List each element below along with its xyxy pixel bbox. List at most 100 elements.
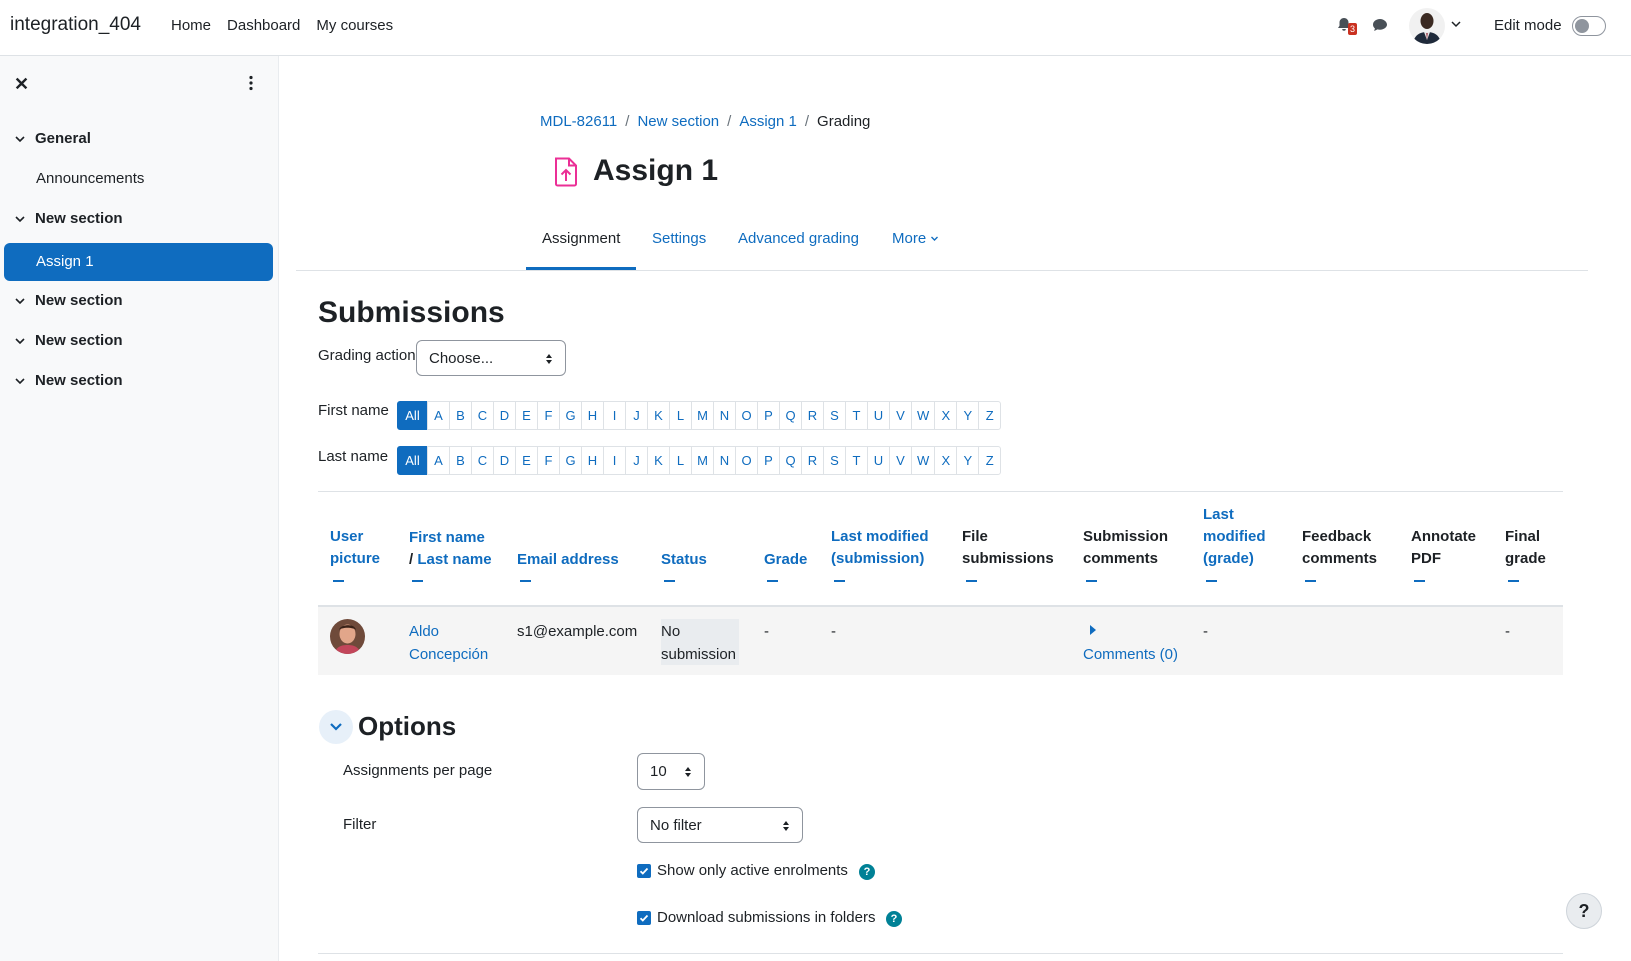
last-name-initial-t[interactable]: T — [845, 446, 868, 475]
collapse-column-icon[interactable] — [520, 580, 531, 582]
chevron-down-icon[interactable] — [14, 375, 26, 387]
last-name-initial-a[interactable]: A — [427, 446, 450, 475]
last-name-initial-y[interactable]: Y — [956, 446, 980, 475]
last-name-initial-w[interactable]: W — [911, 446, 936, 475]
last-name-initial-n[interactable]: N — [713, 446, 736, 475]
first-name-initial-h[interactable]: H — [581, 401, 604, 430]
chevron-down-icon[interactable] — [328, 720, 344, 734]
first-name-initial-f[interactable]: F — [537, 401, 560, 430]
breadcrumb-course-link[interactable]: MDL-82611 — [540, 113, 617, 130]
drawer-item-announcements[interactable]: Announcements — [0, 160, 279, 198]
drawer-section-new-section[interactable]: New section — [0, 200, 279, 238]
edit-mode-toggle[interactable] — [1572, 16, 1606, 36]
last-name-initial-all[interactable]: All — [397, 446, 428, 475]
tab-more[interactable]: More — [892, 230, 939, 247]
site-brand[interactable]: integration_404 — [10, 14, 141, 36]
first-name-initial-g[interactable]: G — [559, 401, 582, 430]
drawer-section-new-section[interactable]: New section — [0, 282, 279, 320]
tab-advanced-grading[interactable]: Advanced grading — [738, 230, 859, 247]
active-enrolments-checkbox[interactable] — [637, 864, 651, 878]
last-name-initial-b[interactable]: B — [449, 446, 472, 475]
breadcrumb-section-link[interactable]: New section — [637, 113, 719, 130]
first-name-initial-m[interactable]: M — [691, 401, 714, 430]
first-name-initial-z[interactable]: Z — [978, 401, 1002, 430]
per-page-select[interactable]: 10 — [637, 753, 705, 790]
first-name-initial-p[interactable]: P — [757, 401, 780, 430]
user-menu-avatar[interactable] — [1409, 8, 1445, 44]
user-menu-chevron-down-icon[interactable] — [1450, 18, 1462, 30]
first-name-initial-b[interactable]: B — [449, 401, 472, 430]
th-last-modified-grade[interactable]: Last modified (grade) — [1203, 504, 1266, 570]
last-name-initial-d[interactable]: D — [493, 446, 516, 475]
last-name-initial-s[interactable]: S — [823, 446, 846, 475]
tab-assignment[interactable]: Assignment — [542, 230, 620, 247]
help-icon[interactable]: ? — [859, 864, 875, 880]
last-name-initial-r[interactable]: R — [801, 446, 824, 475]
last-name-initial-u[interactable]: U — [867, 446, 890, 475]
th-user-picture[interactable]: User picture — [330, 526, 380, 570]
drawer-section-new-section[interactable]: New section — [0, 362, 279, 400]
collapse-column-icon[interactable] — [834, 580, 845, 582]
last-name-initial-o[interactable]: O — [735, 446, 758, 475]
last-name-initial-c[interactable]: C — [471, 446, 494, 475]
last-name-initial-i[interactable]: I — [603, 446, 626, 475]
first-name-initial-k[interactable]: K — [647, 401, 670, 430]
last-name-initial-f[interactable]: F — [537, 446, 560, 475]
chevron-down-icon[interactable] — [14, 295, 26, 307]
first-name-initial-n[interactable]: N — [713, 401, 736, 430]
first-name-initial-j[interactable]: J — [625, 401, 648, 430]
collapse-column-icon[interactable] — [333, 580, 344, 582]
collapse-column-icon[interactable] — [412, 580, 423, 582]
download-folders-checkbox[interactable] — [637, 911, 651, 925]
first-name-initial-s[interactable]: S — [823, 401, 846, 430]
comments-link[interactable]: Comments (0) — [1083, 643, 1178, 666]
filter-select[interactable]: No filter — [637, 807, 803, 843]
collapse-column-icon[interactable] — [1086, 580, 1097, 582]
last-name-initial-e[interactable]: E — [515, 446, 538, 475]
collapse-column-icon[interactable] — [767, 580, 778, 582]
first-name-initial-t[interactable]: T — [845, 401, 868, 430]
first-name-initial-a[interactable]: A — [427, 401, 450, 430]
breadcrumb-assign-link[interactable]: Assign 1 — [739, 113, 797, 130]
last-name-initial-v[interactable]: V — [889, 446, 912, 475]
first-name-initial-all[interactable]: All — [397, 401, 428, 430]
first-name-initial-c[interactable]: C — [471, 401, 494, 430]
collapse-column-icon[interactable] — [1206, 580, 1217, 582]
last-name-initial-l[interactable]: L — [669, 446, 692, 475]
nav-home-link[interactable]: Home — [171, 17, 211, 34]
caret-right-icon[interactable] — [1090, 625, 1096, 635]
last-name-initial-g[interactable]: G — [559, 446, 582, 475]
drawer-section-new-section[interactable]: New section — [0, 322, 279, 360]
student-name-link[interactable]: Aldo Concepción — [409, 620, 488, 666]
last-name-initial-k[interactable]: K — [647, 446, 670, 475]
sort-last-name-link[interactable]: Last name — [417, 551, 491, 568]
collapse-column-icon[interactable] — [966, 580, 977, 582]
first-name-initial-d[interactable]: D — [493, 401, 516, 430]
sort-first-name-link[interactable]: First name — [409, 527, 492, 549]
collapse-column-icon[interactable] — [664, 580, 675, 582]
chevron-down-icon[interactable] — [14, 335, 26, 347]
last-name-initial-q[interactable]: Q — [779, 446, 802, 475]
collapse-column-icon[interactable] — [1508, 580, 1519, 582]
collapse-column-icon[interactable] — [1414, 580, 1425, 582]
first-name-initial-l[interactable]: L — [669, 401, 692, 430]
first-name-initial-e[interactable]: E — [515, 401, 538, 430]
first-name-initial-u[interactable]: U — [867, 401, 890, 430]
drawer-kebab-menu-icon[interactable] — [248, 75, 254, 91]
floating-help-button[interactable]: ? — [1566, 893, 1602, 929]
first-name-initial-r[interactable]: R — [801, 401, 824, 430]
student-avatar[interactable] — [330, 619, 365, 654]
drawer-item-assign-1[interactable]: Assign 1 — [4, 243, 273, 281]
th-email-address[interactable]: Email address — [517, 549, 619, 571]
last-name-initial-h[interactable]: H — [581, 446, 604, 475]
close-drawer-icon[interactable]: ✕ — [14, 74, 29, 95]
th-status[interactable]: Status — [661, 549, 707, 571]
help-icon[interactable]: ? — [886, 911, 902, 927]
first-name-initial-y[interactable]: Y — [956, 401, 980, 430]
first-name-initial-q[interactable]: Q — [779, 401, 802, 430]
last-name-initial-x[interactable]: X — [934, 446, 958, 475]
first-name-initial-i[interactable]: I — [603, 401, 626, 430]
messages-chat-icon[interactable] — [1372, 17, 1388, 33]
nav-dashboard-link[interactable]: Dashboard — [227, 17, 300, 34]
last-name-initial-j[interactable]: J — [625, 446, 648, 475]
